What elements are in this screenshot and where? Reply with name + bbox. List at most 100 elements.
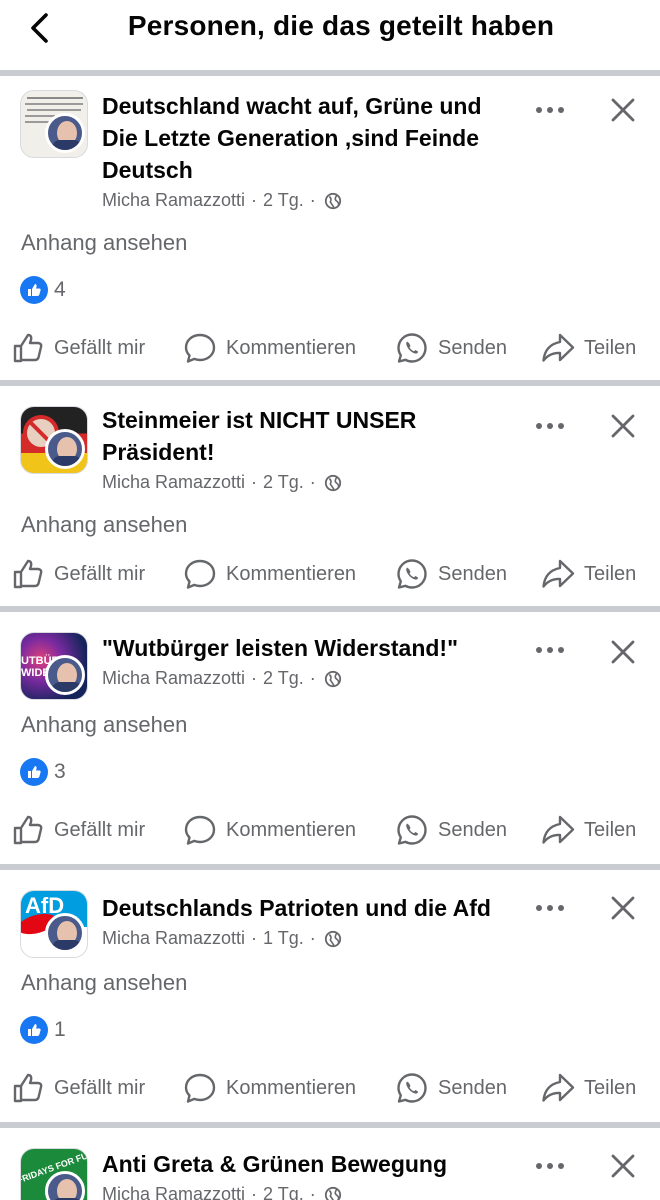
action-bar: Gefällt mir Kommentieren Senden Teilen <box>0 554 660 594</box>
thumbs-up-icon <box>13 559 43 589</box>
like-count: 3 <box>54 760 66 783</box>
hide-post-button[interactable] <box>605 890 641 926</box>
reaction-summary[interactable]: 3 <box>20 758 66 786</box>
share-button[interactable]: Teilen <box>540 1068 636 1108</box>
like-label: Gefällt mir <box>54 562 146 585</box>
thumbs-up-icon <box>13 1073 43 1103</box>
post-title[interactable]: Deutschland wacht auf, Grüne und Die Let… <box>102 90 512 186</box>
comment-button[interactable]: Kommentieren <box>182 1068 356 1108</box>
action-bar: Gefällt mir Kommentieren Senden Teilen <box>0 810 660 850</box>
comment-button[interactable]: Kommentieren <box>182 810 356 850</box>
more-options-button[interactable] <box>530 894 570 922</box>
post-thumbnail[interactable]: UTBÜRG WIDE <box>20 632 88 700</box>
shared-post: UTBÜRG WIDE "Wutbürger leisten Widerstan… <box>0 612 660 864</box>
like-count: 4 <box>54 278 66 301</box>
more-dots-icon <box>536 423 564 429</box>
reaction-summary[interactable]: 1 <box>20 1016 66 1044</box>
like-label: Gefällt mir <box>54 336 146 359</box>
close-icon <box>611 896 635 920</box>
share-button[interactable]: Teilen <box>540 554 636 594</box>
post-thumbnail[interactable] <box>20 90 88 158</box>
more-dots-icon <box>536 905 564 911</box>
send-label: Senden <box>438 562 507 585</box>
like-label: Gefällt mir <box>54 1076 146 1099</box>
globe-icon <box>324 930 341 947</box>
author-avatar <box>45 913 85 953</box>
post-meta: Micha Ramazzotti · 2 Tg. · <box>102 1184 342 1200</box>
comment-button[interactable]: Kommentieren <box>182 554 356 594</box>
post-title[interactable]: Steinmeier ist NICHT UNSER Präsident! <box>102 404 512 468</box>
hide-post-button[interactable] <box>605 408 641 444</box>
comment-label: Kommentieren <box>226 336 357 359</box>
post-age: 2 Tg. <box>263 190 304 210</box>
post-title[interactable]: Deutschlands Patrioten und die Afd <box>102 892 512 924</box>
more-options-button[interactable] <box>530 412 570 440</box>
whatsapp-icon <box>397 1073 427 1103</box>
more-options-button[interactable] <box>530 1152 570 1180</box>
close-icon <box>611 414 635 438</box>
like-button[interactable]: Gefällt mir <box>10 810 145 850</box>
author-avatar <box>45 113 85 153</box>
shared-post: AfD Deutschlands Patrioten und die Afd M… <box>0 870 660 1122</box>
send-button[interactable]: Senden <box>394 554 507 594</box>
hide-post-button[interactable] <box>605 92 641 128</box>
post-title[interactable]: "Wutbürger leisten Widerstand!" <box>102 632 512 664</box>
post-thumbnail[interactable] <box>20 406 88 474</box>
view-attachment-link[interactable]: Anhang ansehen <box>21 230 187 256</box>
post-title[interactable]: Anti Greta & Grünen Bewegung <box>102 1148 512 1180</box>
page-title: Personen, die das geteilt haben <box>127 10 555 41</box>
shared-post: Deutschland wacht auf, Grüne und Die Let… <box>0 76 660 380</box>
post-thumbnail[interactable]: AfD <box>20 890 88 958</box>
author-name[interactable]: Micha Ramazzotti <box>102 668 245 689</box>
top-bar: Personen, die das geteilt haben <box>0 0 660 70</box>
like-count: 1 <box>54 1018 66 1041</box>
view-attachment-link[interactable]: Anhang ansehen <box>21 512 187 538</box>
author-name[interactable]: Micha Ramazzotti <box>102 472 245 493</box>
more-options-button[interactable] <box>530 96 570 124</box>
share-arrow-icon <box>542 559 575 588</box>
author-name[interactable]: Micha Ramazzotti <box>102 1184 245 1200</box>
globe-icon <box>324 474 341 491</box>
whatsapp-icon <box>397 333 427 363</box>
like-button[interactable]: Gefällt mir <box>10 328 145 368</box>
like-button[interactable]: Gefällt mir <box>10 554 145 594</box>
reaction-summary[interactable]: 4 <box>20 276 66 304</box>
post-thumbnail[interactable]: FRIDAYS FOR FU <box>20 1148 88 1200</box>
hide-post-button[interactable] <box>605 634 641 670</box>
author-name[interactable]: Micha Ramazzotti <box>102 928 245 949</box>
send-label: Senden <box>438 1076 507 1099</box>
post-age: 2 Tg. <box>263 1184 304 1200</box>
share-button[interactable]: Teilen <box>540 328 636 368</box>
close-icon <box>611 1154 635 1178</box>
share-label: Teilen <box>584 562 637 585</box>
view-attachment-link[interactable]: Anhang ansehen <box>21 712 187 738</box>
send-button[interactable]: Senden <box>394 1068 507 1108</box>
post-meta: Micha Ramazzotti · 2 Tg. · <box>102 668 342 689</box>
close-icon <box>611 640 635 664</box>
share-label: Teilen <box>584 336 637 359</box>
like-reaction-icon <box>20 758 48 786</box>
more-dots-icon <box>536 107 564 113</box>
comment-button[interactable]: Kommentieren <box>182 328 356 368</box>
comment-label: Kommentieren <box>226 1076 357 1099</box>
view-attachment-link[interactable]: Anhang ansehen <box>21 970 187 996</box>
like-button[interactable]: Gefällt mir <box>10 1068 145 1108</box>
action-bar: Gefällt mir Kommentieren Senden Teilen <box>0 1068 660 1108</box>
author-name[interactable]: Micha Ramazzotti <box>102 190 245 211</box>
like-reaction-icon <box>20 276 48 304</box>
share-button[interactable]: Teilen <box>540 810 636 850</box>
send-button[interactable]: Senden <box>394 328 507 368</box>
close-icon <box>611 98 635 122</box>
send-label: Senden <box>438 336 507 359</box>
post-age: 2 Tg. <box>263 472 304 492</box>
comment-icon <box>184 815 216 845</box>
thumbs-up-icon <box>13 815 43 845</box>
share-arrow-icon <box>542 333 575 362</box>
like-label: Gefällt mir <box>54 818 146 841</box>
action-bar: Gefällt mir Kommentieren Senden Teilen <box>0 328 660 368</box>
post-age: 1 Tg. <box>263 928 304 948</box>
post-meta: Micha Ramazzotti · 1 Tg. · <box>102 928 342 949</box>
hide-post-button[interactable] <box>605 1148 641 1184</box>
send-button[interactable]: Senden <box>394 810 507 850</box>
more-options-button[interactable] <box>530 636 570 664</box>
